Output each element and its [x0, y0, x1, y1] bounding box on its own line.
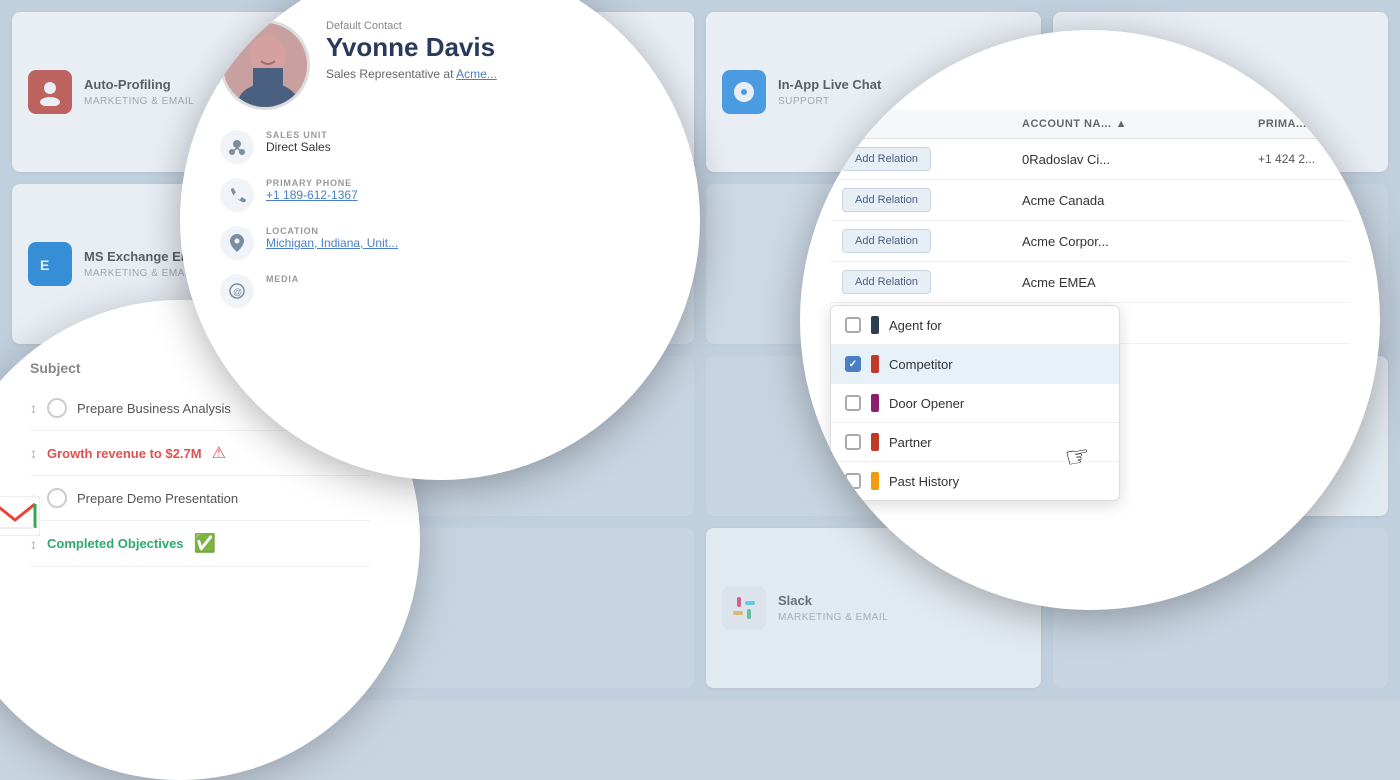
dropdown-item-door-opener[interactable]: Door Opener — [831, 384, 1119, 423]
dropdown-label: Partner — [889, 435, 932, 450]
sales-unit-icon — [220, 130, 254, 164]
color-dot-agent-for — [871, 316, 879, 334]
dropdown-item-competitor[interactable]: ✓ Competitor — [831, 345, 1119, 384]
contact-label: Default Contact — [326, 20, 497, 32]
relation-table-wrapper: Account na... ▲ Prima... Add Relation 0R… — [830, 110, 1350, 344]
phone-icon — [220, 178, 254, 212]
warning-icon: ⚠ — [212, 443, 226, 463]
table-row: Add Relation Acme Corpor... — [830, 221, 1350, 262]
table-header: Account na... ▲ Prima... — [830, 110, 1350, 139]
task-text: Completed Objectives — [47, 536, 184, 551]
color-dot-door-opener — [871, 394, 879, 412]
contact-name: Yvonne Davis — [326, 32, 497, 63]
col-header-relation — [842, 118, 1022, 130]
task-status-circle — [47, 488, 67, 508]
field-label: LOCATION — [266, 226, 398, 236]
color-dot-partner — [871, 433, 879, 451]
checkbox-past-history — [845, 473, 861, 489]
dropdown-label: Past History — [889, 474, 959, 489]
table-row: Add Relation Acme EMEA — [830, 262, 1350, 303]
relation-circle: Account na... ▲ Prima... Add Relation 0R… — [800, 30, 1380, 610]
dropdown-label: Door Opener — [889, 396, 964, 411]
col-header-phone: Prima... — [1258, 118, 1338, 130]
col-header-account: Account na... ▲ — [1022, 118, 1258, 130]
task-text: Prepare Business Analysis — [77, 401, 231, 416]
sort-icon: ▲ — [1116, 118, 1127, 130]
task-arrow-icon: ↕ — [30, 445, 37, 461]
add-relation-button-0[interactable]: Add Relation — [842, 147, 931, 171]
dropdown-label: Competitor — [889, 357, 953, 372]
field-label: MEDIA — [266, 274, 299, 284]
add-relation-button-1[interactable]: Add Relation — [842, 188, 931, 212]
contact-role: Sales Representative at Acme... — [326, 67, 497, 81]
contact-panel: Default Contact Yvonne Davis Sales Repre… — [180, 0, 700, 328]
field-media: @ MEDIA — [220, 274, 660, 308]
add-relation-button-2[interactable]: Add Relation — [842, 229, 931, 253]
field-location: LOCATION Michigan, Indiana, Unit... — [220, 226, 660, 260]
field-label: SALES UNIT — [266, 130, 331, 140]
checkbox-partner — [845, 434, 861, 450]
task-text: Growth revenue to $2.7M — [47, 446, 202, 461]
task-item-3[interactable]: ↕ Completed Objectives ✅ — [30, 521, 370, 567]
dropdown-item-agent-for[interactable]: Agent for — [831, 306, 1119, 345]
account-name-2: Acme Corpor... — [1022, 234, 1258, 249]
task-item-2[interactable]: ↕ Prepare Demo Presentation — [30, 476, 370, 521]
relation-dropdown: Agent for ✓ Competitor Door Opener Partn… — [830, 305, 1120, 501]
field-label: PRIMARY PHONE — [266, 178, 358, 188]
dropdown-item-partner[interactable]: Partner — [831, 423, 1119, 462]
field-phone: PRIMARY PHONE +1 189-612-1367 — [220, 178, 660, 212]
checkbox-competitor: ✓ — [845, 356, 861, 372]
location-icon — [220, 226, 254, 260]
field-sales-unit: SALES UNIT Direct Sales — [220, 130, 660, 164]
dropdown-item-past-history[interactable]: Past History — [831, 462, 1119, 500]
field-value: Michigan, Indiana, Unit... — [266, 236, 398, 250]
table-row: Add Relation Acme Canada — [830, 180, 1350, 221]
task-status-circle — [47, 398, 67, 418]
account-name-3: Acme EMEA — [1022, 275, 1258, 290]
account-name-0: 0Radoslav Ci... — [1022, 152, 1258, 167]
task-text: Prepare Demo Presentation — [77, 491, 238, 506]
task-arrow-icon: ↕ — [30, 400, 37, 416]
account-name-1: Acme Canada — [1022, 193, 1258, 208]
check-circle-icon: ✅ — [194, 533, 216, 554]
location-link[interactable]: Michigan, Indiana, Unit... — [266, 236, 398, 250]
dropdown-label: Agent for — [889, 318, 942, 333]
checkbox-agent-for — [845, 317, 861, 333]
table-row: Add Relation 0Radoslav Ci... +1 424 2... — [830, 139, 1350, 180]
svg-text:@: @ — [233, 287, 242, 297]
phone-link[interactable]: +1 189-612-1367 — [266, 188, 358, 202]
field-value: Direct Sales — [266, 140, 331, 154]
contact-avatar — [220, 20, 310, 110]
color-dot-past-history — [871, 472, 879, 490]
phone-0: +1 424 2... — [1258, 152, 1338, 166]
add-relation-button-3[interactable]: Add Relation — [842, 270, 931, 294]
gmail-icon — [0, 490, 40, 548]
color-dot-competitor — [871, 355, 879, 373]
contact-company-link[interactable]: Acme... — [456, 67, 497, 81]
field-value: +1 189-612-1367 — [266, 188, 358, 202]
media-icon: @ — [220, 274, 254, 308]
checkbox-door-opener — [845, 395, 861, 411]
